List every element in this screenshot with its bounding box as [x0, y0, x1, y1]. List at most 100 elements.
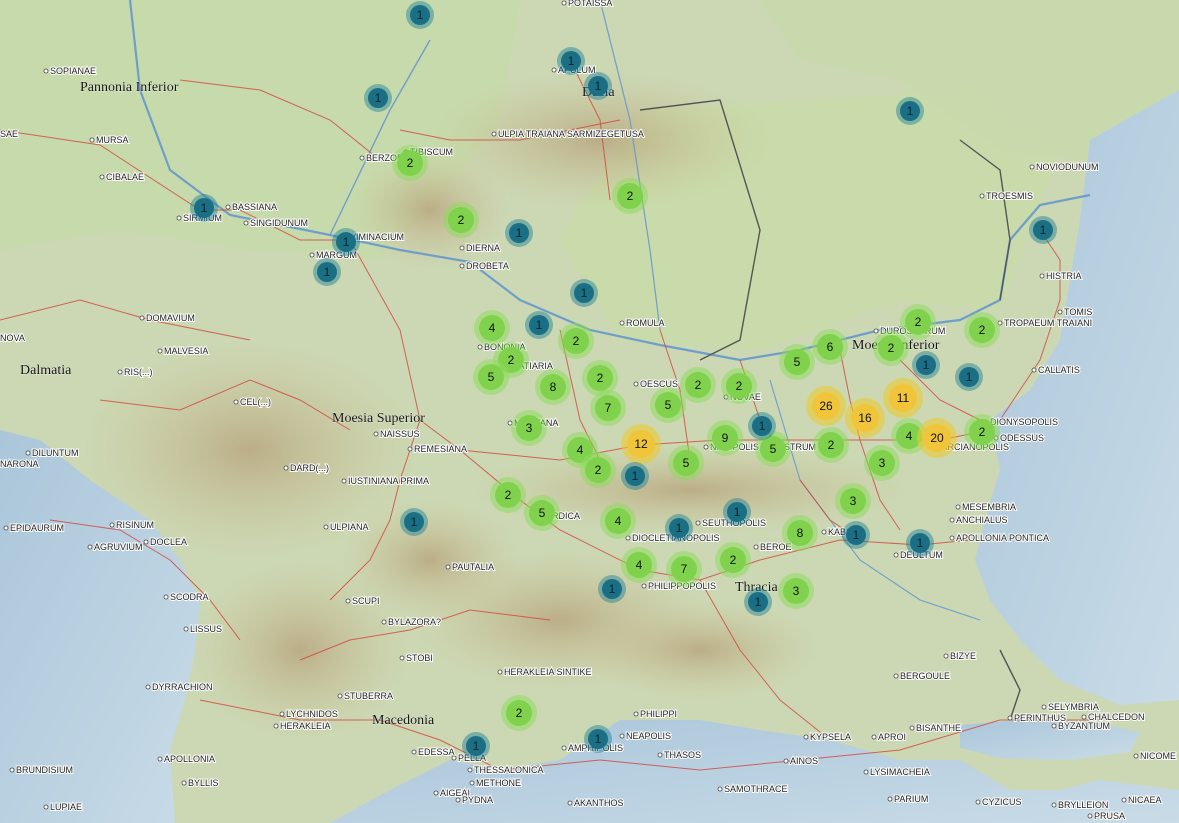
cluster-marker[interactable]: 1 — [723, 498, 751, 526]
place-dot — [163, 594, 169, 600]
cluster-marker[interactable]: 1 — [896, 97, 924, 125]
cluster-marker[interactable]: 1 — [842, 521, 870, 549]
cluster-marker[interactable]: 2 — [964, 414, 1000, 450]
cluster-marker[interactable]: 1 — [400, 508, 428, 536]
place-dot — [491, 131, 497, 137]
cluster-marker[interactable]: 1 — [598, 575, 626, 603]
cluster-marker[interactable]: 1 — [364, 84, 392, 112]
place-name: CALLATIS — [1038, 365, 1080, 375]
cluster-marker[interactable]: 1 — [525, 311, 553, 339]
cluster-marker[interactable]: 7 — [590, 390, 626, 426]
cluster-marker[interactable]: 5 — [650, 387, 686, 423]
cluster-marker[interactable]: 2 — [715, 542, 751, 578]
place-label: PARIUM — [887, 793, 929, 805]
place-label: NOVA — [0, 332, 26, 344]
cluster-marker[interactable]: 1 — [462, 732, 490, 760]
place-dot — [157, 348, 163, 354]
cluster-count: 1 — [755, 595, 762, 609]
cluster-marker[interactable]: 11 — [883, 378, 923, 418]
cluster-marker[interactable]: 8 — [535, 369, 571, 405]
place-dot — [243, 220, 249, 226]
cluster-marker[interactable]: 1 — [190, 194, 218, 222]
place-name: RIS(...) — [124, 367, 153, 377]
cluster-marker[interactable]: 20 — [917, 418, 957, 458]
cluster-marker[interactable]: 9 — [707, 420, 743, 456]
cluster-marker[interactable]: 2 — [813, 427, 849, 463]
cluster-marker[interactable]: 12 — [621, 424, 661, 464]
cluster-count: 1 — [324, 265, 331, 279]
cluster-marker[interactable]: 1 — [570, 279, 598, 307]
cluster-marker[interactable]: 1 — [584, 725, 612, 753]
cluster-marker[interactable]: 1 — [584, 72, 612, 100]
cluster-marker[interactable]: 2 — [580, 452, 616, 488]
place-name: BYLAZORA? — [388, 617, 441, 627]
cluster-marker[interactable]: 26 — [806, 386, 846, 426]
cluster-marker[interactable]: 5 — [779, 344, 815, 380]
place-label: LUPIAE — [43, 801, 83, 813]
cluster-marker[interactable]: 3 — [835, 483, 871, 519]
place-dot — [633, 381, 639, 387]
place-label: APOLLONIA PONTICA — [949, 532, 1050, 544]
place-label: DROBETA — [459, 260, 510, 272]
cluster-marker[interactable]: 1 — [744, 588, 772, 616]
cluster-count: 2 — [979, 425, 986, 439]
cluster-marker[interactable]: 1 — [332, 228, 360, 256]
cluster-marker[interactable]: 2 — [680, 367, 716, 403]
cluster-marker[interactable]: 1 — [665, 514, 693, 542]
cluster-marker[interactable]: 5 — [524, 495, 560, 531]
place-dot — [949, 535, 955, 541]
cluster-marker[interactable]: 7 — [666, 551, 702, 587]
cluster-marker[interactable]: 1 — [621, 462, 649, 490]
cluster-marker[interactable]: 2 — [490, 477, 526, 513]
place-name: SCUPI — [352, 596, 380, 606]
cluster-marker[interactable]: 2 — [501, 695, 537, 731]
cluster-marker[interactable]: 1 — [912, 351, 940, 379]
cluster-marker[interactable]: 3 — [511, 410, 547, 446]
cluster-marker[interactable]: 4 — [474, 310, 510, 346]
cluster-count: 4 — [577, 443, 584, 457]
place-label: PHILIPPI — [633, 708, 678, 720]
cluster-marker[interactable]: 2 — [443, 202, 479, 238]
map-canvas[interactable]: Pannonia Inferior Dalmatia Moesia Superi… — [0, 0, 1179, 823]
place-dot — [561, 0, 567, 6]
place-name: BRUNDISIUM — [16, 765, 73, 775]
cluster-count: 1 — [595, 79, 602, 93]
cluster-marker[interactable]: 1 — [906, 529, 934, 557]
cluster-marker[interactable]: 1 — [505, 219, 533, 247]
place-dot — [225, 204, 231, 210]
cluster-marker[interactable]: 2 — [558, 323, 594, 359]
place-name: BIZYE — [950, 651, 976, 661]
cluster-marker[interactable]: 4 — [600, 503, 636, 539]
cluster-marker[interactable]: 3 — [778, 573, 814, 609]
cluster-marker[interactable]: 1 — [557, 47, 585, 75]
cluster-count: 1 — [853, 528, 860, 542]
cluster-marker[interactable]: 5 — [473, 359, 509, 395]
cluster-count: 1 — [907, 104, 914, 118]
cluster-marker[interactable]: 2 — [392, 145, 428, 181]
place-label: APROI — [871, 731, 907, 743]
place-dot — [887, 796, 893, 802]
place-name: REMESIANA — [414, 444, 467, 454]
place-dot — [477, 344, 483, 350]
cluster-marker[interactable]: 8 — [782, 515, 818, 551]
cluster-marker[interactable]: 2 — [612, 178, 648, 214]
place-name: SINGIDUNUM — [250, 218, 308, 228]
place-dot — [273, 723, 279, 729]
cluster-marker[interactable]: 2 — [873, 330, 909, 366]
cluster-marker[interactable]: 1 — [313, 258, 341, 286]
cluster-marker[interactable]: 4 — [621, 547, 657, 583]
cluster-marker[interactable]: 6 — [812, 329, 848, 365]
cluster-count: 5 — [488, 370, 495, 384]
cluster-marker[interactable]: 2 — [964, 312, 1000, 348]
cluster-marker[interactable]: 5 — [668, 445, 704, 481]
cluster-marker[interactable]: 2 — [900, 304, 936, 340]
place-dot — [551, 67, 557, 73]
cluster-marker[interactable]: 1 — [406, 1, 434, 29]
cluster-marker[interactable]: 2 — [721, 368, 757, 404]
cluster-marker[interactable]: 1 — [748, 412, 776, 440]
cluster-marker[interactable]: 1 — [955, 363, 983, 391]
place-dot — [283, 465, 289, 471]
cluster-marker[interactable]: 16 — [845, 398, 885, 438]
cluster-marker[interactable]: 3 — [864, 445, 900, 481]
cluster-marker[interactable]: 1 — [1029, 216, 1057, 244]
